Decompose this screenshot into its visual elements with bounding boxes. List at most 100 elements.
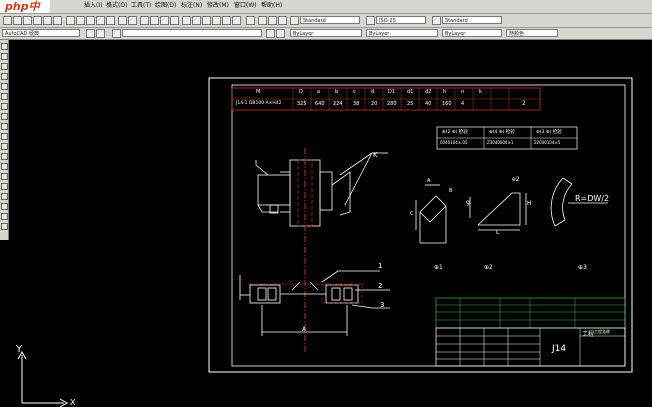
table-row-label: J14-1 DB100 A×H42	[236, 101, 282, 106]
polygon-icon[interactable]	[1, 73, 8, 80]
arc-icon[interactable]	[1, 93, 8, 100]
table-header-b: b	[335, 89, 339, 95]
section-view-2	[469, 192, 527, 231]
table-cell-b: 224	[333, 101, 343, 107]
make-block-icon[interactable]	[1, 163, 8, 170]
parameter-table	[231, 87, 541, 111]
workspace-settings-icon[interactable]	[86, 29, 95, 38]
color-select[interactable]: ByLayer	[290, 29, 362, 37]
table-style-manager-icon[interactable]	[432, 16, 441, 25]
block-editor-icon[interactable]	[106, 16, 115, 25]
block-icon[interactable]	[268, 16, 277, 25]
menu-modify[interactable]: 修改(M)	[207, 1, 229, 11]
dim-style-manager-icon[interactable]	[366, 16, 375, 25]
sheet-set-icon[interactable]	[212, 16, 221, 25]
new-file-icon[interactable]	[3, 16, 12, 25]
layer-select[interactable]	[122, 29, 262, 37]
menu-draw[interactable]: 绘图(D)	[155, 1, 176, 11]
text-style-icon[interactable]	[258, 16, 267, 25]
pan-icon[interactable]	[140, 16, 149, 25]
region-icon[interactable]	[1, 203, 8, 210]
tolerance-value-3: 22040104±5	[534, 140, 561, 145]
table-header-c: c	[353, 89, 356, 95]
undo-icon[interactable]	[118, 16, 127, 25]
section-caption-2: ⊕2	[484, 264, 493, 271]
zoom-realtime-icon[interactable]	[150, 16, 159, 25]
tolerance-header-1: ⊕(2 ⊕) 检验	[442, 130, 468, 135]
tool-palettes-icon[interactable]	[202, 16, 211, 25]
tolerance-value-2: Z3040004±1	[487, 140, 514, 145]
cut-icon[interactable]	[66, 16, 75, 25]
open-file-icon[interactable]	[13, 16, 22, 25]
table-cell-d2b: 40	[425, 101, 432, 107]
zoom-previous-icon[interactable]	[170, 16, 179, 25]
paste-icon[interactable]	[86, 16, 95, 25]
table-cell-d1b: 25	[407, 101, 414, 107]
ellipse-icon[interactable]	[1, 133, 8, 140]
label-l: L	[496, 229, 500, 236]
table-header-d1: D1	[388, 89, 396, 95]
revision-cloud-icon[interactable]	[1, 113, 8, 120]
spline-icon[interactable]	[1, 123, 8, 130]
menu-help[interactable]: 帮助(H)	[261, 1, 282, 11]
section-view-1	[415, 184, 447, 244]
plot-style-select[interactable]: 随颜色	[506, 29, 558, 37]
menu-window[interactable]: 窗口(W)	[234, 1, 257, 11]
copy-icon[interactable]	[76, 16, 85, 25]
print-icon[interactable]	[33, 16, 42, 25]
table-icon[interactable]	[1, 213, 8, 220]
layer-previous-icon[interactable]	[276, 29, 285, 38]
workspace-select[interactable]: AutoCAD 经典	[2, 29, 80, 37]
table-style-select[interactable]: Standard	[442, 16, 502, 24]
table-cell-n: 4	[461, 101, 465, 107]
properties-icon[interactable]	[182, 16, 191, 25]
draw-toolbar	[0, 40, 9, 240]
label-h: H	[527, 200, 532, 207]
calculator-icon[interactable]	[232, 16, 241, 25]
line-icon[interactable]	[1, 43, 8, 50]
tolerance-header-3: ⊕(3 ⊕) 检验	[536, 130, 562, 135]
publish-icon[interactable]	[53, 16, 62, 25]
help-icon[interactable]	[246, 16, 255, 25]
table-header-k: k	[479, 89, 482, 95]
redo-icon[interactable]	[128, 16, 137, 25]
layer-state-icon[interactable]	[112, 29, 121, 38]
dim-style-select[interactable]: ISO-25	[376, 16, 426, 24]
zoom-window-icon[interactable]	[160, 16, 169, 25]
text-style-manager-icon[interactable]	[290, 16, 299, 25]
match-properties-icon[interactable]	[96, 16, 105, 25]
gradient-icon[interactable]	[1, 193, 8, 200]
circle-icon[interactable]	[1, 103, 8, 110]
hatch-icon[interactable]	[1, 183, 8, 190]
design-center-icon[interactable]	[192, 16, 201, 25]
markup-icon[interactable]	[222, 16, 231, 25]
label-1: 1	[378, 262, 383, 270]
ellipse-arc-icon[interactable]	[1, 143, 8, 150]
label-g: g	[466, 199, 470, 206]
preview-icon[interactable]	[43, 16, 52, 25]
make-layer-current-icon[interactable]	[266, 29, 275, 38]
table-cell-d: 325	[297, 101, 307, 107]
site-logo: php中文网	[0, 0, 50, 26]
table-cell-a: 640	[315, 101, 325, 107]
insert-block-icon[interactable]	[1, 153, 8, 160]
layer-manager-icon[interactable]	[96, 29, 105, 38]
text-style-select[interactable]: Standard	[300, 16, 360, 24]
menu-tools[interactable]: 工具(T)	[131, 1, 151, 11]
point-icon[interactable]	[1, 173, 8, 180]
menu-insert[interactable]: 插入(I)	[84, 1, 102, 11]
table-header-d: D	[299, 89, 303, 95]
construction-line-icon[interactable]	[1, 53, 8, 60]
section-caption-3: ⊕3	[578, 264, 587, 271]
linetype-select[interactable]: ByLayer	[366, 29, 438, 37]
menu-format[interactable]: 格式(O)	[106, 1, 127, 11]
insert-icon[interactable]	[278, 16, 287, 25]
hidden-part	[321, 284, 363, 304]
multiline-text-icon[interactable]	[1, 223, 8, 230]
save-icon[interactable]	[23, 16, 32, 25]
polyline-icon[interactable]	[1, 63, 8, 70]
rectangle-icon[interactable]	[1, 83, 8, 90]
table-header-h: h	[443, 89, 447, 95]
lineweight-select[interactable]: ByLayer	[442, 29, 502, 37]
menu-dimension[interactable]: 标注(N)	[181, 1, 202, 11]
